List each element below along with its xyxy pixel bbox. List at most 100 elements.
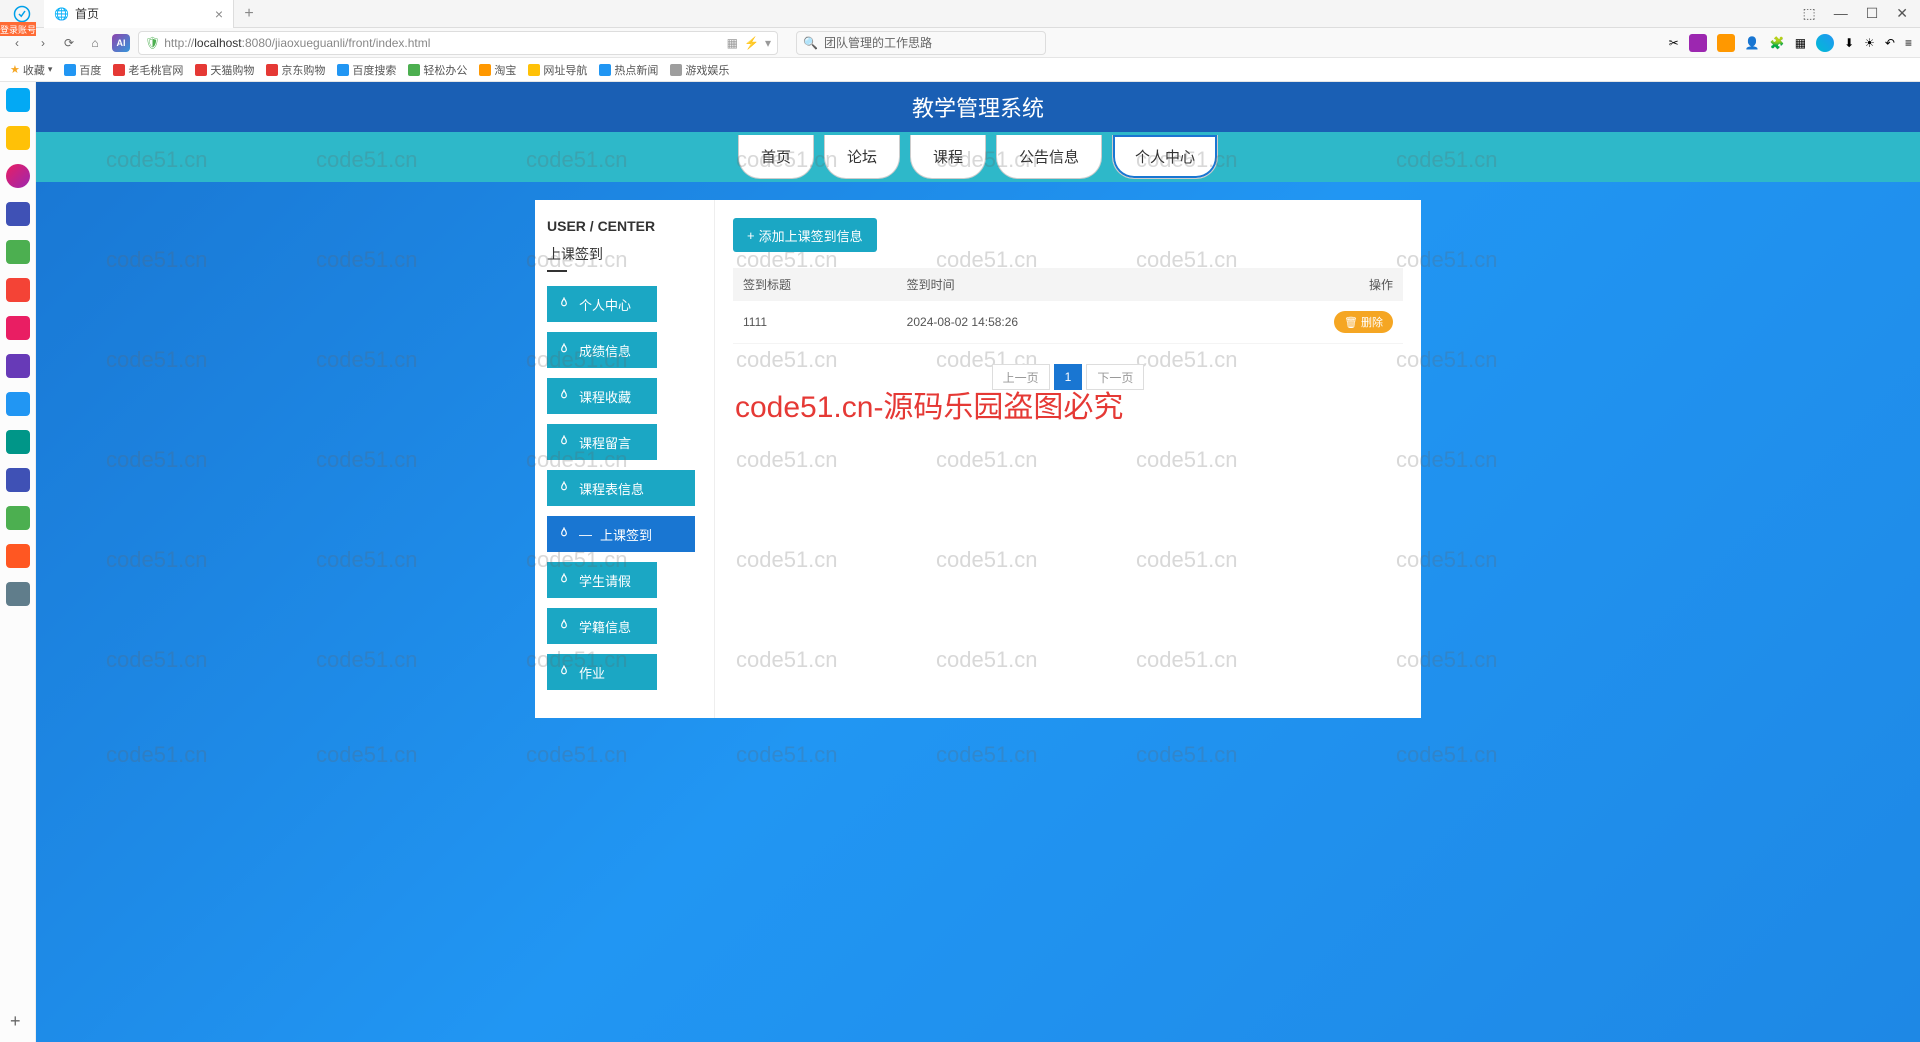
watermark-text: code51.cn (736, 742, 838, 768)
close-icon[interactable]: × (215, 6, 223, 22)
nav-home[interactable]: 首页 (738, 135, 814, 179)
sidebar-item-1[interactable]: 成绩信息 (547, 332, 657, 368)
lt-icon-1[interactable] (6, 88, 30, 112)
dropdown-icon[interactable]: ▾ (765, 36, 771, 50)
lt-icon-3[interactable] (6, 164, 30, 188)
bookmark-item[interactable]: 百度搜索 (337, 62, 396, 78)
watermark-text: code51.cn (106, 742, 208, 768)
sidebar-divider (547, 270, 567, 272)
qr-icon[interactable]: ▦ (727, 36, 738, 50)
sidebar-item-5[interactable]: — 上课签到 (547, 516, 695, 552)
app-header: 教学管理系统 (36, 82, 1920, 132)
col-action: 操作 (1213, 268, 1403, 301)
lt-icon-14[interactable] (6, 582, 30, 606)
sidebar-item-label: 个人中心 (579, 295, 631, 314)
split-icon[interactable]: ⬚ (1802, 5, 1815, 22)
lt-icon-9[interactable] (6, 392, 30, 416)
forward-button[interactable]: › (34, 34, 52, 52)
watermark-text: code51.cn (526, 742, 628, 768)
sidebar-item-2[interactable]: 课程收藏 (547, 378, 657, 414)
lt-icon-10[interactable] (6, 430, 30, 454)
sidebar-item-label: 成绩信息 (579, 341, 631, 360)
nav-announce[interactable]: 公告信息 (996, 135, 1102, 179)
add-signin-button[interactable]: + 添加上课签到信息 (733, 218, 877, 252)
ext-icon-1[interactable] (1689, 34, 1707, 52)
ext-icon-5[interactable]: ▦ (1795, 36, 1806, 50)
dash-icon: — (579, 527, 592, 542)
add-toolbar-icon[interactable]: + (10, 1011, 21, 1032)
sidebar-item-label: 上课签到 (600, 525, 652, 544)
sidebar-item-label: 作业 (579, 663, 605, 682)
minimize-icon[interactable]: — (1834, 5, 1848, 22)
trash-icon: 🗑 (1344, 316, 1358, 329)
sidebar-subtitle: 上课签到 (547, 244, 702, 264)
bookmark-item[interactable]: 热点新闻 (599, 62, 658, 78)
main-panel: USER / CENTER 上课签到 个人中心成绩信息课程收藏课程留言课程表信息… (535, 200, 1421, 718)
ext-icon-3[interactable]: 👤 (1745, 36, 1760, 50)
bookmark-item[interactable]: 京东购物 (266, 62, 325, 78)
bookmark-item[interactable]: 淘宝 (479, 62, 516, 78)
left-toolbar: + (0, 82, 36, 1042)
home-button[interactable]: ⌂ (86, 34, 104, 52)
lt-icon-5[interactable] (6, 240, 30, 264)
lt-icon-2[interactable] (6, 126, 30, 150)
app-title: 教学管理系统 (912, 91, 1044, 123)
lt-icon-13[interactable] (6, 544, 30, 568)
lt-icon-4[interactable] (6, 202, 30, 226)
sidebar-item-label: 学籍信息 (579, 617, 631, 636)
bookmark-item[interactable]: 游戏娱乐 (670, 62, 729, 78)
bookmark-fav[interactable]: ★收藏▾ (10, 62, 52, 78)
bookmark-item[interactable]: 百度 (64, 62, 101, 78)
search-input[interactable]: 🔍 团队管理的工作思路 (796, 31, 1046, 55)
browser-tab[interactable]: 🌐 首页 × (44, 0, 234, 28)
url-input[interactable]: 🛡 http://localhost:8080/jiaoxueguanli/fr… (138, 31, 778, 55)
watermark-text: code51.cn (1136, 742, 1238, 768)
bookmark-item[interactable]: 天猫购物 (195, 62, 254, 78)
lt-icon-6[interactable] (6, 278, 30, 302)
ext-icon-6[interactable] (1816, 34, 1834, 52)
sidebar-item-7[interactable]: 学籍信息 (547, 608, 657, 644)
lt-icon-12[interactable] (6, 506, 30, 530)
lt-icon-7[interactable] (6, 316, 30, 340)
sidebar-item-8[interactable]: 作业 (547, 654, 657, 690)
sidebar-item-3[interactable]: 课程留言 (547, 424, 657, 460)
flame-icon (557, 665, 571, 679)
sidebar-item-6[interactable]: 学生请假 (547, 562, 657, 598)
bookmark-item[interactable]: 轻松办公 (408, 62, 467, 78)
nav-course[interactable]: 课程 (910, 135, 986, 179)
address-bar: ‹ › ⟳ ⌂ AI 🛡 http://localhost:8080/jiaox… (0, 28, 1920, 58)
download-icon[interactable]: ⬇ (1844, 36, 1854, 50)
menu-icon[interactable]: ≡ (1905, 36, 1912, 50)
signin-table: 签到标题 签到时间 操作 1111 2024-08-02 14:58:26 🗑 (733, 268, 1403, 344)
close-window-icon[interactable]: ✕ (1896, 5, 1908, 22)
ext-icon-2[interactable] (1717, 34, 1735, 52)
search-icon: 🔍 (803, 36, 818, 50)
new-tab-button[interactable]: + (234, 5, 264, 23)
bookmark-item[interactable]: 老毛桃官网 (113, 62, 183, 78)
flash-icon[interactable]: ⚡ (744, 36, 759, 50)
delete-button[interactable]: 🗑 删除 (1334, 311, 1393, 333)
nav-forum[interactable]: 论坛 (824, 135, 900, 179)
flame-icon (557, 619, 571, 633)
undo-icon[interactable]: ↶ (1885, 36, 1895, 50)
settings-icon[interactable]: ☀ (1864, 36, 1875, 50)
scissors-icon[interactable]: ✂ (1669, 36, 1679, 50)
cell-title: 1111 (733, 301, 897, 344)
reload-button[interactable]: ⟳ (60, 34, 78, 52)
watermark-text: code51.cn (1396, 742, 1498, 768)
lt-icon-8[interactable] (6, 354, 30, 378)
sidebar-item-0[interactable]: 个人中心 (547, 286, 657, 322)
sidebar-item-label: 课程留言 (579, 433, 631, 452)
flame-icon (557, 297, 571, 311)
col-title: 签到标题 (733, 268, 897, 301)
ai-icon[interactable]: AI (112, 34, 130, 52)
ext-icon-4[interactable]: 🧩 (1770, 36, 1785, 50)
lt-icon-11[interactable] (6, 468, 30, 492)
sidebar: USER / CENTER 上课签到 个人中心成绩信息课程收藏课程留言课程表信息… (535, 200, 715, 718)
back-button[interactable]: ‹ (8, 34, 26, 52)
search-placeholder: 团队管理的工作思路 (824, 34, 932, 51)
maximize-icon[interactable]: ☐ (1866, 5, 1879, 22)
nav-user-center[interactable]: 个人中心 (1112, 135, 1218, 179)
sidebar-item-4[interactable]: 课程表信息 (547, 470, 695, 506)
bookmark-item[interactable]: 网址导航 (528, 62, 587, 78)
